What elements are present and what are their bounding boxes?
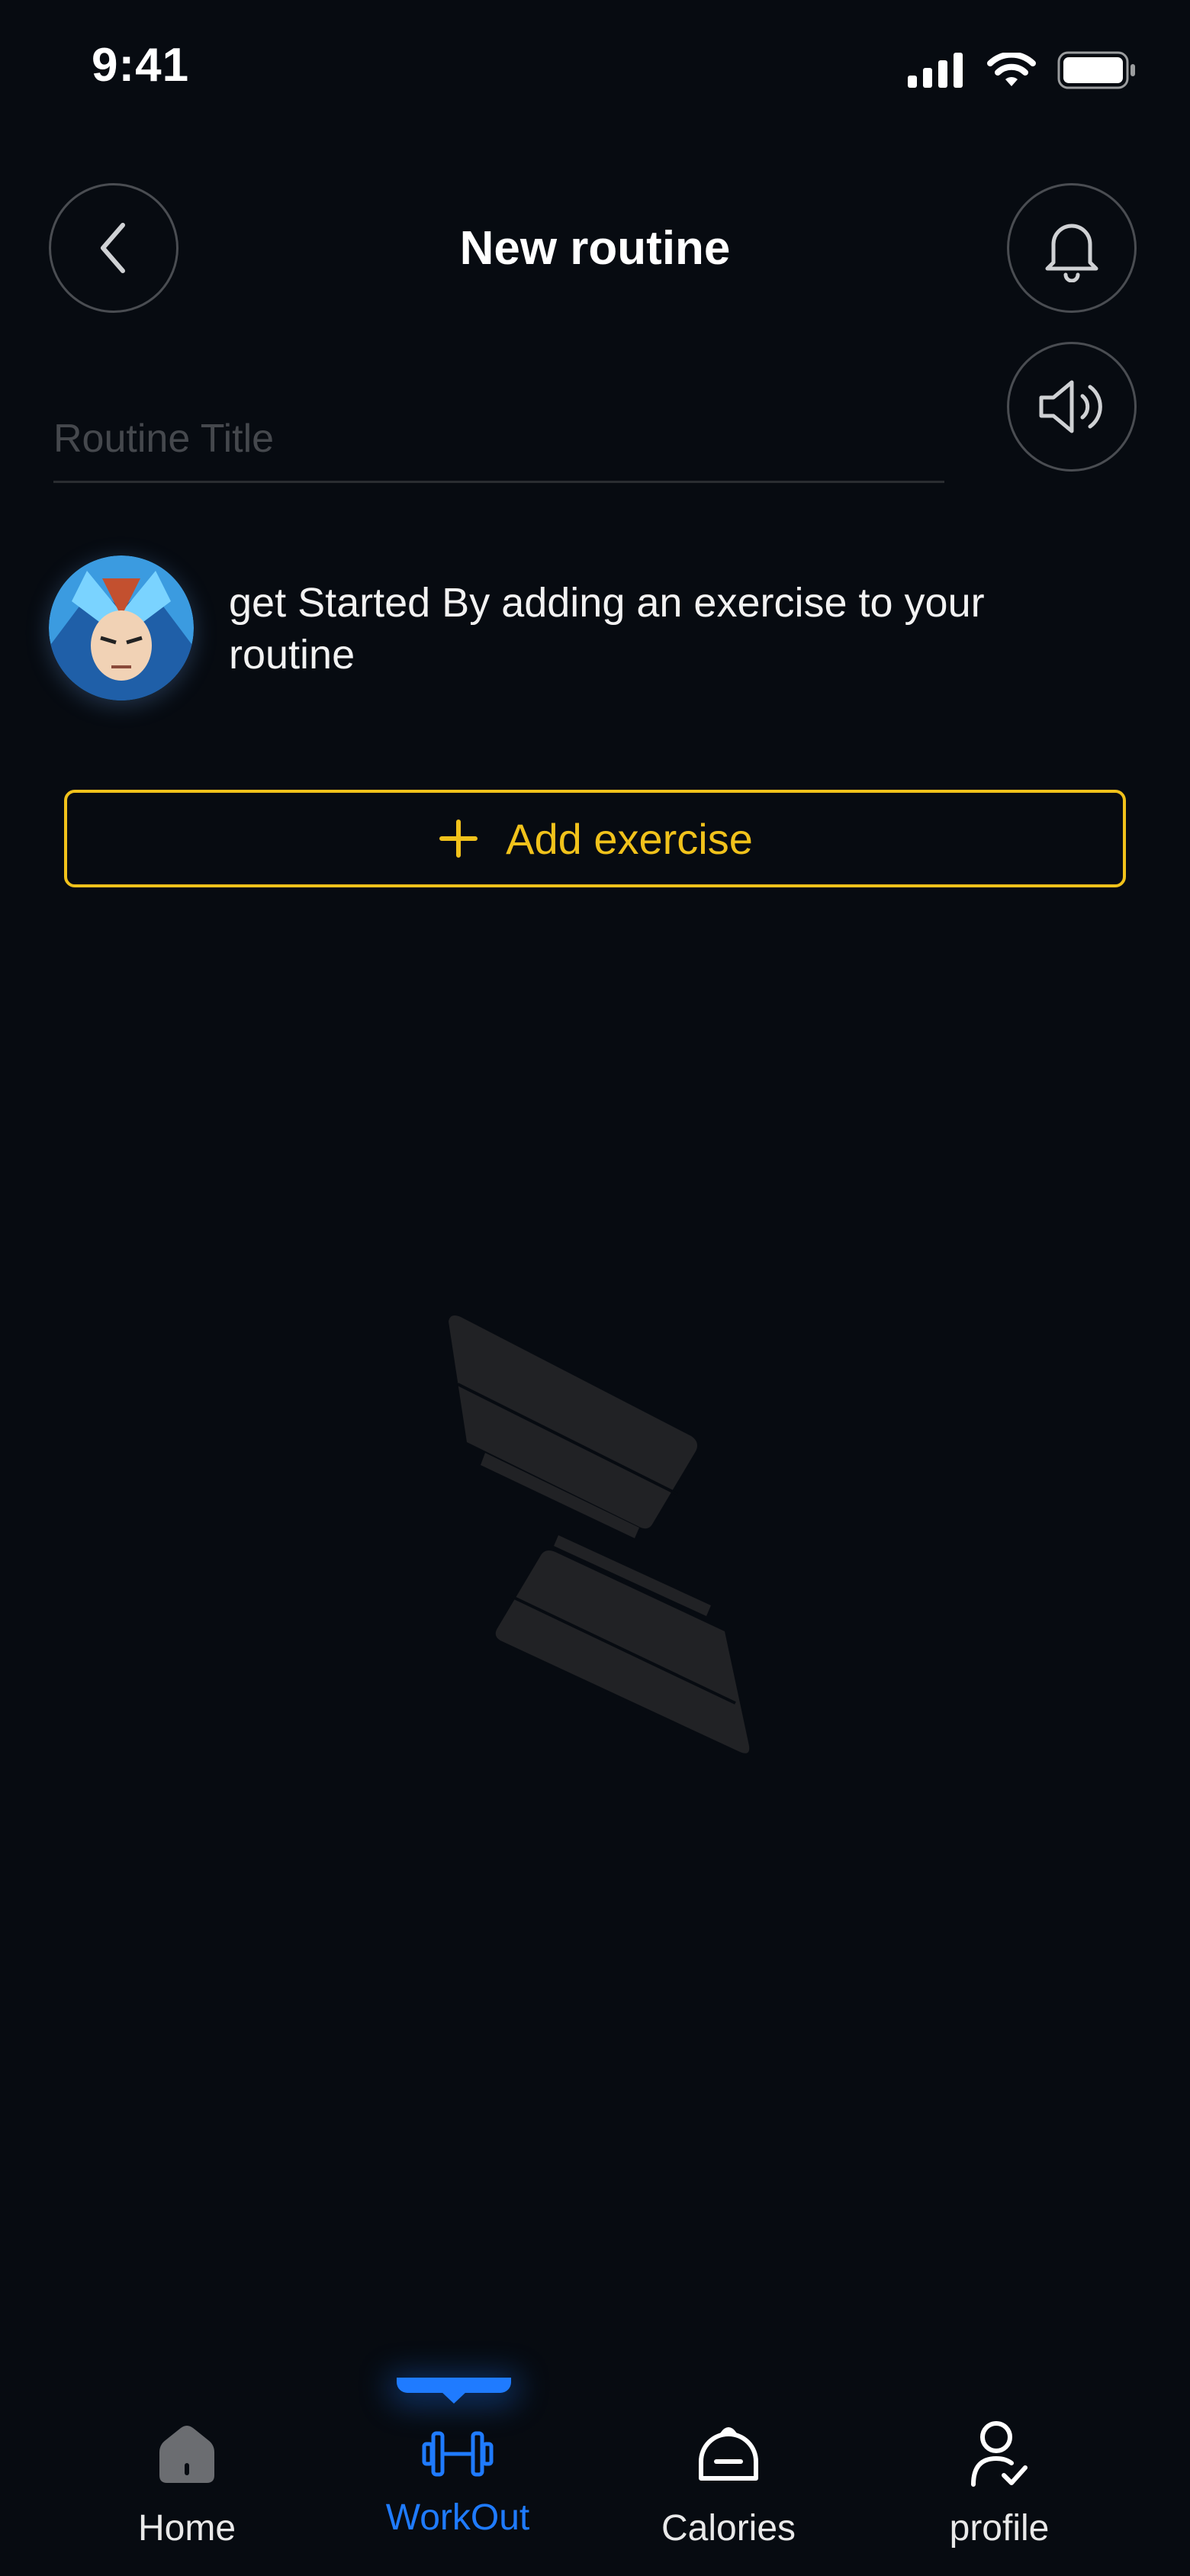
routine-title-input[interactable] [53, 397, 944, 481]
avatar [49, 555, 194, 700]
intro-text: get Started By adding an exercise to you… [229, 580, 985, 678]
add-exercise-button[interactable]: Add exercise [64, 790, 1126, 887]
profile-check-icon [971, 2421, 1028, 2487]
bell-food-icon [699, 2427, 758, 2481]
dumbbell-icon [422, 2431, 494, 2477]
plus-icon [439, 819, 478, 858]
add-exercise-label: Add exercise [506, 814, 753, 863]
status-time: 9:41 [92, 39, 190, 92]
nav-item-workout[interactable]: WorkOut [343, 2365, 572, 2576]
app-logo-watermark [449, 1315, 750, 1753]
routine-title-field[interactable] [53, 397, 944, 483]
speaker-icon [1039, 380, 1102, 433]
nav-label-workout: WorkOut [385, 2497, 530, 2538]
battery-icon [1057, 51, 1135, 89]
nav-item-home[interactable]: Home [72, 2365, 301, 2576]
nav-label-calories: Calories [661, 2508, 796, 2549]
nav-label-profile: profile [949, 2508, 1050, 2549]
bottom-nav: Home WorkOut Calories profile [0, 2365, 1190, 2576]
nav-item-calories[interactable]: Calories [614, 2365, 843, 2576]
nav-label-home: Home [137, 2508, 236, 2549]
signal-icon [908, 53, 963, 88]
sound-button[interactable] [1007, 342, 1137, 472]
bell-icon [1045, 224, 1098, 282]
notification-button[interactable] [1007, 183, 1137, 313]
status-icons [908, 47, 1137, 93]
nav-item-profile[interactable]: profile [885, 2365, 1114, 2576]
wifi-icon [987, 53, 1036, 86]
home-icon [159, 2426, 214, 2483]
